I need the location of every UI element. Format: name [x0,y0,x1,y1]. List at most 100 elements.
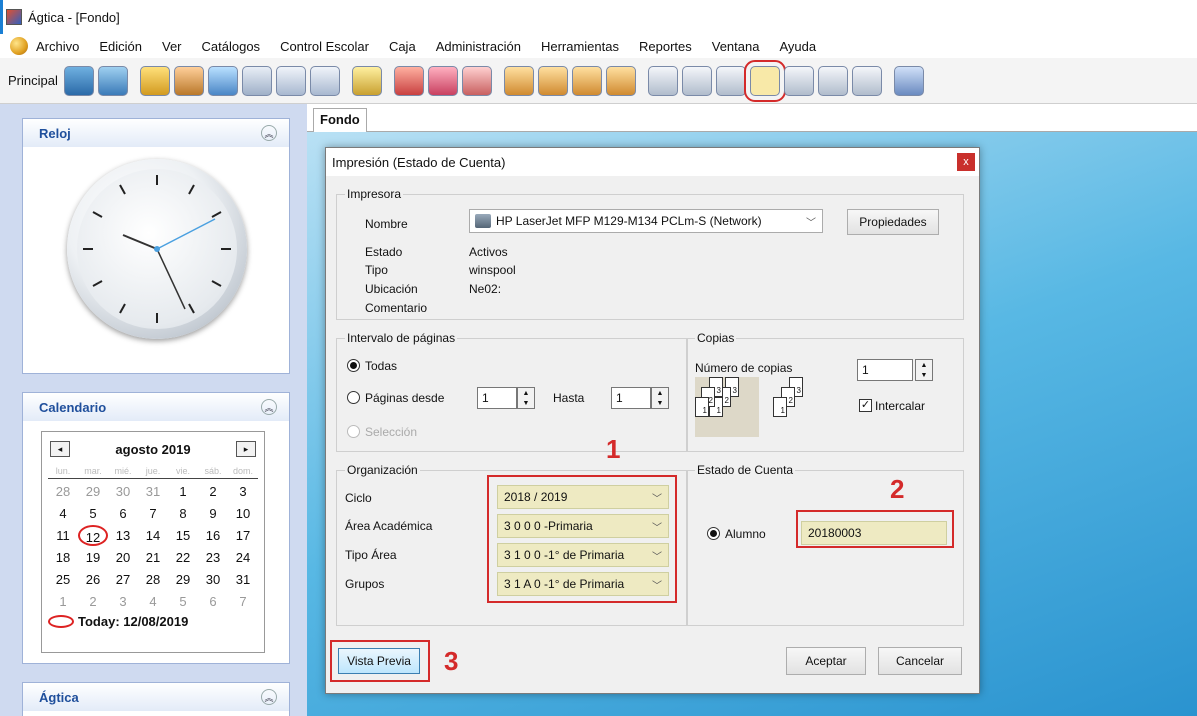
menu-catalogos[interactable]: Catálogos [202,39,261,54]
desde-spinner[interactable]: ▲ ▼ [517,387,535,409]
intercalar-checkbox[interactable]: ✓ [859,399,872,412]
report-icon[interactable] [851,65,882,96]
calendar-day[interactable]: 30 [108,481,138,502]
calendar-day[interactable]: 5 [168,591,198,612]
calendar-day[interactable]: 25 [48,569,78,590]
menu-ayuda[interactable]: Ayuda [779,39,816,54]
calendar-day[interactable]: 28 [138,569,168,590]
menu-caja[interactable]: Caja [389,39,416,54]
reloj-header[interactable]: Reloj ︽ [23,119,289,147]
calendar-day[interactable]: 22 [168,547,198,568]
menu-herramientas[interactable]: Herramientas [541,39,619,54]
calendar-day[interactable]: 31 [138,481,168,502]
today-link[interactable]: Today: 12/08/2019 [42,614,264,629]
numero-copias-input[interactable]: 1 [857,359,913,381]
menu-ventana[interactable]: Ventana [712,39,760,54]
menu-administracion[interactable]: Administración [436,39,521,54]
calendar-day[interactable]: 14 [138,525,168,546]
people-icon[interactable] [173,65,204,96]
calendar-day[interactable]: 11 [48,525,78,546]
calendar-day[interactable]: 23 [198,547,228,568]
map-icon[interactable] [97,65,128,96]
calendar-day[interactable]: 17 [228,525,258,546]
calendar-day[interactable]: 2 [78,591,108,612]
print-list-icon[interactable] [817,65,848,96]
calendar-day[interactable]: 3 [228,481,258,502]
seleccion-radio[interactable] [347,425,360,438]
close-button[interactable]: x [957,153,975,171]
calendar-day[interactable]: 16 [198,525,228,546]
home-icon[interactable] [571,65,602,96]
calendar-day[interactable]: 27 [108,569,138,590]
calendar-day[interactable]: 8 [168,503,198,524]
calendar-day[interactable]: 31 [228,569,258,590]
calendar-day-today[interactable]: 12 [78,525,108,546]
calendar-day[interactable]: 30 [198,569,228,590]
printer-alt-icon[interactable] [681,65,712,96]
menu-reportes[interactable]: Reportes [639,39,692,54]
calendar-day[interactable]: 4 [138,591,168,612]
signature-icon[interactable] [309,65,340,96]
document-icon[interactable] [783,65,814,96]
printer-icon[interactable] [647,65,678,96]
printer-report-icon[interactable] [715,65,746,96]
tab-fondo[interactable]: Fondo [313,108,367,132]
calendario-header[interactable]: Calendario ︽ [23,393,289,421]
desde-input[interactable]: 1 [477,387,517,409]
cancelar-button[interactable]: Cancelar [878,647,962,675]
paginas-desde-radio[interactable] [347,391,360,404]
calendar-day[interactable]: 18 [48,547,78,568]
collapse-icon[interactable]: ︽ [261,125,277,141]
clock-icon[interactable] [275,65,306,96]
menu-edicion[interactable]: Edición [99,39,142,54]
hasta-spinner[interactable]: ▲ ▼ [651,387,669,409]
calendar-day[interactable]: 29 [78,481,108,502]
cube-icon[interactable] [63,65,94,96]
copias-spinner[interactable]: ▲ ▼ [915,359,933,381]
group-icon[interactable] [207,65,238,96]
calendar-day[interactable]: 19 [78,547,108,568]
account-statement-print-icon[interactable] [743,59,786,102]
menu-ver[interactable]: Ver [162,39,182,54]
propiedades-button[interactable]: Propiedades [847,209,939,235]
staff-icon[interactable] [393,65,424,96]
prev-month-button[interactable]: ◂ [50,441,70,457]
next-month-button[interactable]: ▸ [236,441,256,457]
menu-archivo[interactable]: Archivo [36,39,79,54]
calendar-day[interactable]: 10 [228,503,258,524]
id-card-icon[interactable] [461,65,492,96]
collapse-icon[interactable]: ︽ [261,399,277,415]
agtica-header[interactable]: Ágtica ︽ [23,683,289,711]
calendar-day[interactable]: 24 [228,547,258,568]
calendar-day[interactable]: 1 [168,481,198,502]
calendar-day[interactable]: 7 [228,591,258,612]
calendar-day[interactable]: 3 [108,591,138,612]
calendar-day[interactable]: 7 [138,503,168,524]
calendar-day[interactable]: 15 [168,525,198,546]
calendar-day[interactable]: 9 [198,503,228,524]
todas-radio[interactable] [347,359,360,372]
calendar-day[interactable]: 2 [198,481,228,502]
printer-select[interactable]: HP LaserJet MFP M129-M134 PCLm-S (Networ… [469,209,823,233]
calendar-day[interactable]: 20 [108,547,138,568]
calendar-day[interactable]: 5 [78,503,108,524]
calendar-day[interactable]: 4 [48,503,78,524]
pen-icon[interactable] [139,65,170,96]
system-menu-icon[interactable] [10,37,28,55]
calendar-day[interactable]: 21 [138,547,168,568]
exit-icon[interactable] [893,65,924,96]
notebook-icon[interactable] [537,65,568,96]
calendar-day[interactable]: 13 [108,525,138,546]
calendar-day[interactable]: 6 [108,503,138,524]
calendar-day[interactable]: 28 [48,481,78,502]
chart-icon[interactable] [503,65,534,96]
calculator-icon[interactable] [351,65,382,96]
box-icon[interactable] [605,65,636,96]
card-icon[interactable] [241,65,272,96]
collapse-icon[interactable]: ︽ [261,689,277,705]
calendar-day[interactable]: 1 [48,591,78,612]
users-icon[interactable] [427,65,458,96]
hasta-input[interactable]: 1 [611,387,651,409]
calendar-day[interactable]: 26 [78,569,108,590]
calendar-day[interactable]: 29 [168,569,198,590]
